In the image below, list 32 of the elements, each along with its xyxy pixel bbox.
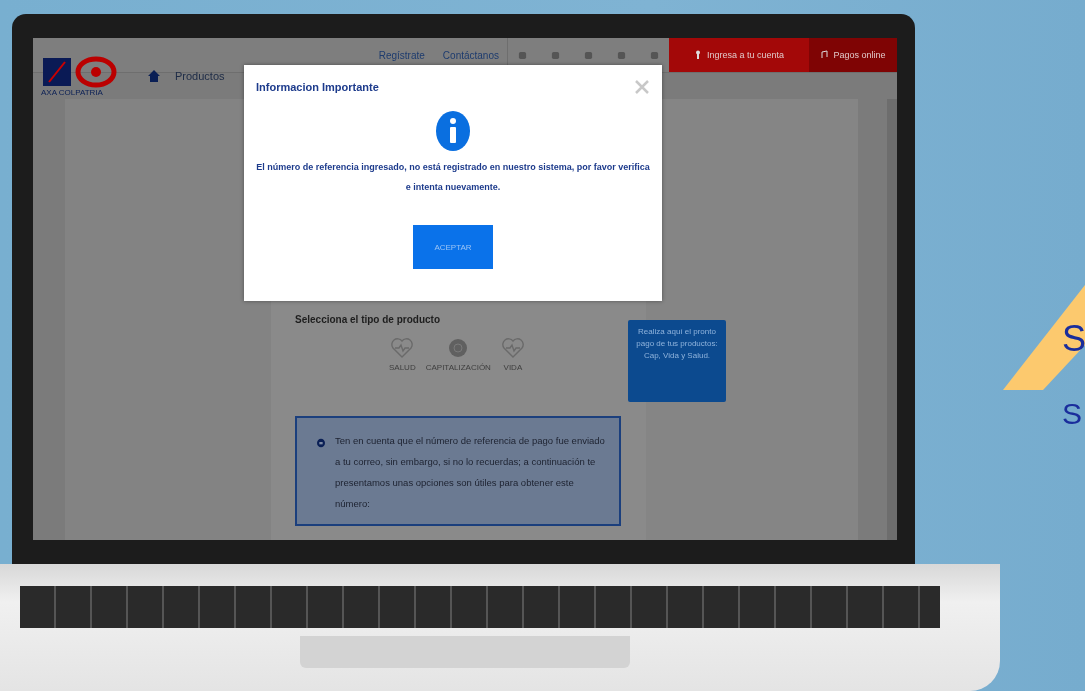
social-icon[interactable] bbox=[551, 50, 560, 60]
tooltip: Realiza aquí el pronto pago de tus productos: Cap, Vida y Salud. bbox=[628, 320, 726, 402]
account-button[interactable]: Ingresa a tu cuenta bbox=[669, 38, 809, 72]
product-option[interactable]: SALUD bbox=[389, 337, 416, 372]
payments-button[interactable]: Pagos online bbox=[809, 38, 897, 72]
side-heading: S bbox=[1062, 396, 1082, 432]
info-icon bbox=[436, 111, 470, 151]
top-link[interactable]: Contáctanos bbox=[442, 49, 499, 61]
accept-button[interactable]: ACEPTAR bbox=[413, 225, 493, 269]
social-icon[interactable] bbox=[617, 50, 626, 60]
dialog-message: El número de referencia ingresado, no está registrado en nuestro sistema, por favor verifica e intenta nuevamente. bbox=[255, 161, 651, 194]
nav-link[interactable]: Productos bbox=[175, 70, 225, 82]
section-title: Selecciona el tipo de producto bbox=[295, 314, 442, 325]
social-icon[interactable] bbox=[518, 50, 527, 60]
heart-icon bbox=[390, 337, 415, 359]
dialog-title: Informacion Importante bbox=[256, 81, 379, 93]
logo-text: AXA COLPATRIA bbox=[41, 87, 104, 97]
logo[interactable]: AXA COLPATRIA bbox=[41, 55, 131, 97]
logo-mark-icon bbox=[41, 55, 119, 88]
social-icon[interactable] bbox=[650, 50, 659, 60]
product-option[interactable]: VIDA bbox=[500, 337, 525, 372]
user-icon bbox=[693, 50, 702, 60]
scrollbar[interactable] bbox=[887, 99, 897, 540]
top-link[interactable]: Regístrate bbox=[378, 49, 425, 61]
social-icon[interactable] bbox=[584, 50, 593, 60]
side-heading: S bbox=[1062, 318, 1085, 360]
heart-icon bbox=[500, 337, 525, 359]
coin-icon bbox=[447, 337, 470, 359]
product-option[interactable]: CAPITALIZACIÓN bbox=[425, 337, 491, 372]
close-icon[interactable] bbox=[634, 79, 650, 95]
home-icon[interactable] bbox=[147, 69, 161, 83]
notice-text: Ten en cuenta que el número de referencia de pago fue enviado a tu correo, sin embargo, si no lo recuerdas; a continuación te presentamos unas opciones son útiles para obtener este número: bbox=[335, 434, 605, 511]
